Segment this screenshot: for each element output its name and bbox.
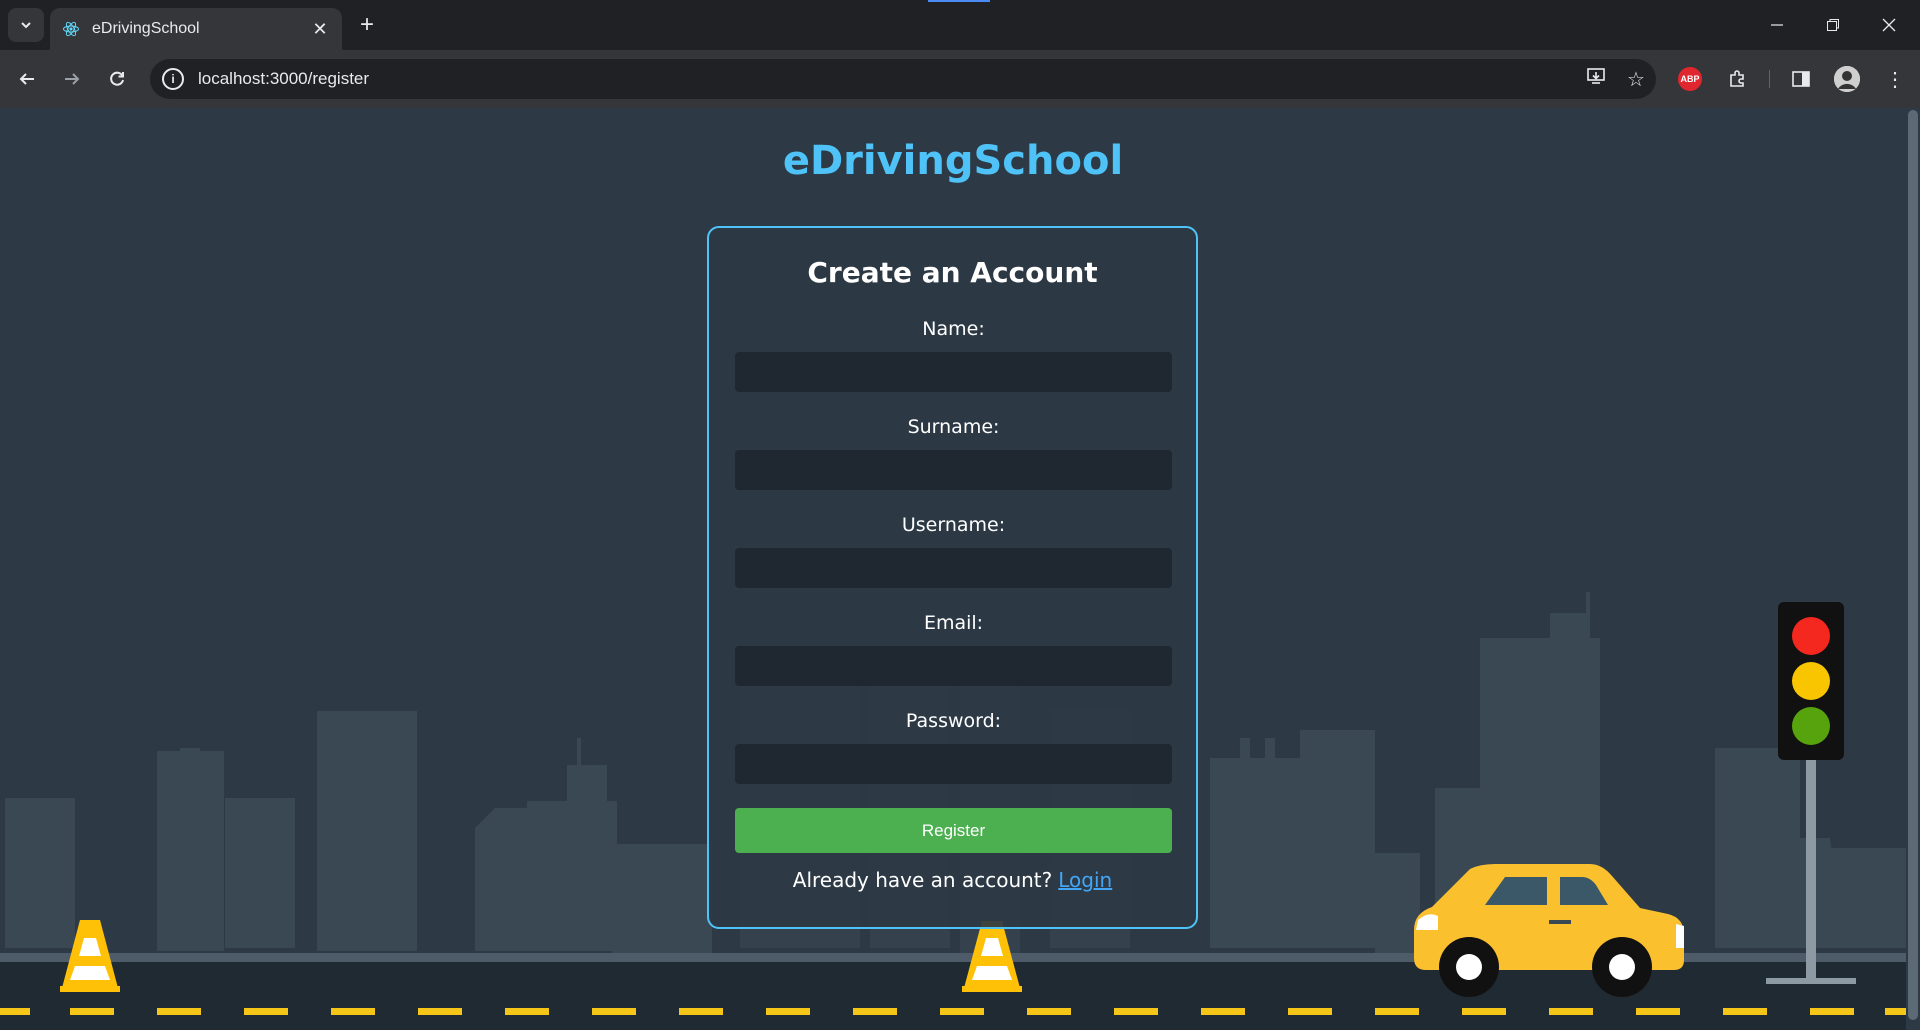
new-tab-button[interactable]: + <box>352 10 382 40</box>
kebab-menu-icon[interactable]: ⋮ <box>1880 64 1910 94</box>
app-title: eDrivingSchool <box>782 138 1124 184</box>
browser-tab[interactable]: eDrivingSchool ✕ <box>50 8 342 50</box>
arrow-right-icon <box>65 73 80 85</box>
surname-label: Surname: <box>907 416 1000 438</box>
password-input[interactable] <box>735 744 1172 784</box>
info-icon[interactable]: i <box>162 68 184 90</box>
install-app-icon[interactable] <box>1576 66 1616 92</box>
username-input[interactable] <box>735 548 1172 588</box>
register-form-card: Create an Account Name: Surname: Usernam… <box>707 226 1198 929</box>
username-label: Username: <box>901 514 1006 536</box>
tab-strip-indicator <box>928 0 990 2</box>
back-button[interactable] <box>10 62 44 96</box>
restore-button[interactable] <box>1810 8 1856 42</box>
react-icon <box>63 21 79 37</box>
password-field-group: Password: <box>735 710 1172 784</box>
close-window-button[interactable] <box>1866 8 1912 42</box>
browser-tab-bar: eDrivingSchool ✕ + <box>0 0 1920 50</box>
surname-field-group: Surname: <box>735 416 1172 490</box>
avatar-icon[interactable] <box>1834 66 1860 92</box>
abp-label: ABP <box>1680 74 1700 84</box>
email-field-group: Email: <box>735 612 1172 686</box>
login-prompt-text: Already have an account? <box>792 868 1053 892</box>
address-bar[interactable]: i localhost:3000/register ☆ <box>150 59 1656 99</box>
login-link[interactable]: Login <box>1058 868 1112 892</box>
name-label: Name: <box>922 318 985 340</box>
minimize-button[interactable] <box>1754 8 1800 42</box>
login-prompt-row: Already have an account? Login <box>709 868 1196 892</box>
toolbar-separator <box>1769 70 1770 88</box>
page-viewport: eDrivingSchool Create an Account Name: S… <box>0 108 1906 1030</box>
name-input[interactable] <box>735 352 1172 392</box>
forward-button[interactable] <box>55 62 89 96</box>
reload-icon <box>110 71 124 86</box>
page-scrollbar[interactable] <box>1906 108 1920 1030</box>
star-icon[interactable]: ☆ <box>1616 67 1656 92</box>
username-field-group: Username: <box>735 514 1172 588</box>
tab-title: eDrivingSchool <box>92 20 200 37</box>
password-label: Password: <box>905 710 1002 732</box>
close-icon <box>1882 18 1896 32</box>
puzzle-icon[interactable] <box>1722 64 1752 94</box>
restore-icon <box>1827 19 1839 31</box>
adblock-plus-icon[interactable]: ABP <box>1678 67 1702 91</box>
tab-close-icon[interactable]: ✕ <box>310 19 330 40</box>
chevron-down-icon <box>21 22 31 29</box>
minimize-icon <box>1771 24 1783 26</box>
email-input[interactable] <box>735 646 1172 686</box>
arrow-left-icon <box>19 73 34 85</box>
scrollbar-thumb[interactable] <box>1908 110 1918 1020</box>
register-button[interactable]: Register <box>735 808 1172 853</box>
url-text[interactable]: localhost:3000/register <box>198 69 1576 89</box>
email-label: Email: <box>923 612 984 634</box>
plus-icon: + <box>359 11 374 38</box>
surname-input[interactable] <box>735 450 1172 490</box>
tab-list-button[interactable] <box>8 8 44 42</box>
side-panel-icon[interactable] <box>1786 64 1816 94</box>
form-heading: Create an Account <box>807 256 1098 289</box>
reload-button[interactable] <box>100 62 134 96</box>
name-field-group: Name: <box>735 318 1172 392</box>
